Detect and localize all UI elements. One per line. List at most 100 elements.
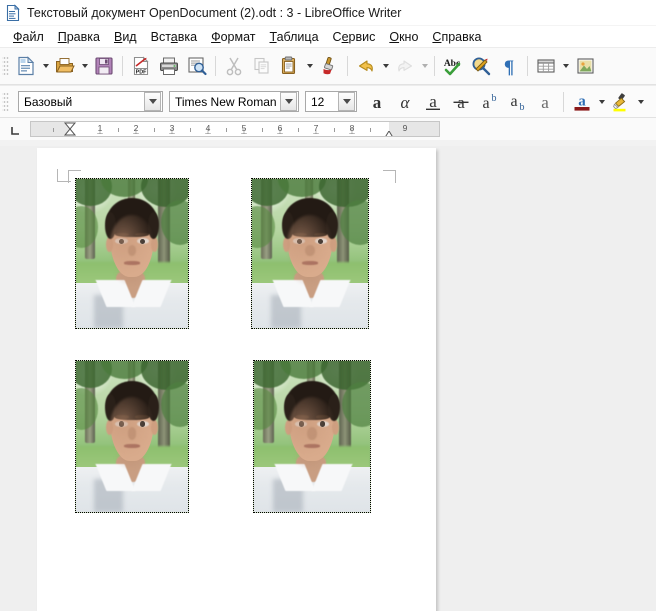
paste-icon[interactable] xyxy=(276,52,304,80)
ruler-tabstop[interactable]: ⊥ xyxy=(169,127,176,136)
clear-formatting-icon[interactable]: a xyxy=(531,88,559,116)
ruler-tick xyxy=(370,128,371,132)
italic-icon[interactable]: α xyxy=(391,88,419,116)
ruler-tabstop[interactable]: ⊥ xyxy=(349,127,356,136)
svg-text:a: a xyxy=(510,93,517,110)
new-document-dropdown-icon[interactable] xyxy=(40,53,51,79)
print-preview-icon[interactable] xyxy=(183,52,211,80)
menu-tools[interactable]: Сервис xyxy=(326,29,383,45)
toolbar-grip[interactable] xyxy=(2,90,9,113)
spelling-icon[interactable]: Abc xyxy=(439,52,467,80)
print-icon[interactable] xyxy=(155,52,183,80)
paragraph-style-combo[interactable]: Базовый xyxy=(18,91,163,112)
superscript-icon[interactable]: a b xyxy=(475,88,503,116)
ruler-number: 9 xyxy=(402,123,408,133)
svg-text:¶: ¶ xyxy=(504,57,514,77)
undo-icon[interactable] xyxy=(352,52,380,80)
triangle-indent-marker[interactable] xyxy=(383,127,395,136)
menu-insert[interactable]: Вставка xyxy=(144,29,204,45)
portrait-photo[interactable] xyxy=(75,178,189,329)
redo-dropdown-icon[interactable] xyxy=(419,53,430,79)
cut-icon[interactable] xyxy=(220,52,248,80)
highlighting-color-icon[interactable] xyxy=(607,88,635,116)
svg-text:α: α xyxy=(401,93,411,112)
svg-text:b: b xyxy=(520,102,525,113)
menu-help[interactable]: Справка xyxy=(425,29,488,45)
insert-image-icon[interactable] xyxy=(571,52,599,80)
portrait-photo[interactable] xyxy=(251,178,369,329)
formatting-marks-icon[interactable]: ¶ xyxy=(495,52,523,80)
toolbar-grip[interactable] xyxy=(2,55,9,77)
highlighting-color-dropdown-icon[interactable] xyxy=(635,89,646,115)
menu-window[interactable]: Окно xyxy=(382,29,425,45)
ruler-tabstop[interactable]: ⊥ xyxy=(133,127,140,136)
bold-icon[interactable]: a xyxy=(363,88,391,116)
font-size-dropdown-icon[interactable] xyxy=(338,92,355,111)
open-document-icon[interactable] xyxy=(51,52,79,80)
menu-bar[interactable]: Файл Правка Вид Вставка Формат Таблица С… xyxy=(0,26,656,47)
libreoffice-writer-window: Текстовый документ OpenDocument (2).odt … xyxy=(0,0,656,611)
undo-dropdown-icon[interactable] xyxy=(380,53,391,79)
toolbar-separator xyxy=(122,56,123,76)
menu-table[interactable]: Таблица xyxy=(263,29,326,45)
font-size-value: 12 xyxy=(311,94,325,109)
font-color-icon[interactable]: a xyxy=(568,88,596,116)
subscript-icon[interactable]: a b xyxy=(503,88,531,116)
ruler-tick xyxy=(118,128,119,132)
ruler-row: 1 2 3 4 5 6 7 8 9 ⊥ ⊥ ⊥ ⊥ ⊥ ⊥ ⊥ ⊥ xyxy=(0,118,656,140)
ruler-tabstop[interactable]: ⊥ xyxy=(205,127,212,136)
ruler-tick xyxy=(154,128,155,132)
toolbar-separator xyxy=(527,56,528,76)
ruler-tick xyxy=(53,128,54,132)
ruler-tick xyxy=(334,128,335,132)
hourglass-indent-marker[interactable] xyxy=(63,122,77,136)
portrait-photo[interactable] xyxy=(253,360,371,513)
strikethrough-icon[interactable]: a xyxy=(447,88,475,116)
menu-view[interactable]: Вид xyxy=(107,29,144,45)
margin-corner-top-right xyxy=(383,170,396,183)
portrait-photo[interactable] xyxy=(75,360,189,513)
margin-corner-left xyxy=(57,169,71,182)
ruler-right-margin xyxy=(389,122,439,136)
svg-text:PDF: PDF xyxy=(136,69,147,75)
copy-icon[interactable] xyxy=(248,52,276,80)
menu-format[interactable]: Формат xyxy=(204,29,262,45)
font-size-combo[interactable]: 12 xyxy=(305,91,357,112)
svg-text:a: a xyxy=(541,93,549,112)
svg-text:a: a xyxy=(482,95,489,112)
ruler-tabstop[interactable]: ⊥ xyxy=(313,127,320,136)
ruler-tabstop[interactable]: ⊥ xyxy=(241,127,248,136)
ruler-tabstop[interactable]: ⊥ xyxy=(97,127,104,136)
new-document-icon[interactable] xyxy=(12,52,40,80)
horizontal-ruler[interactable]: 1 2 3 4 5 6 7 8 9 ⊥ ⊥ ⊥ ⊥ ⊥ ⊥ ⊥ ⊥ xyxy=(30,121,440,137)
clone-formatting-icon[interactable] xyxy=(315,52,343,80)
ruler-tick xyxy=(262,128,263,132)
find-replace-icon[interactable] xyxy=(467,52,495,80)
window-title: Текстовый документ OpenDocument (2).odt … xyxy=(27,5,402,20)
export-pdf-icon[interactable]: PDF xyxy=(127,52,155,80)
svg-text:a: a xyxy=(373,93,382,112)
ruler-tick xyxy=(298,128,299,132)
svg-text:b: b xyxy=(492,93,497,104)
redo-icon[interactable] xyxy=(391,52,419,80)
underline-icon[interactable]: a xyxy=(419,88,447,116)
insert-table-icon[interactable] xyxy=(532,52,560,80)
insert-table-dropdown-icon[interactable] xyxy=(560,53,571,79)
save-document-icon[interactable] xyxy=(90,52,118,80)
tab-left-icon[interactable] xyxy=(6,121,26,137)
writer-document-icon xyxy=(4,3,22,22)
menu-file[interactable]: Файл xyxy=(6,29,51,45)
ruler-tabstop[interactable]: ⊥ xyxy=(277,127,284,136)
document-canvas[interactable] xyxy=(0,146,656,611)
menu-edit[interactable]: Правка xyxy=(51,29,107,45)
paste-dropdown-icon[interactable] xyxy=(304,53,315,79)
paragraph-style-dropdown-icon[interactable] xyxy=(144,92,161,111)
open-document-dropdown-icon[interactable] xyxy=(79,53,90,79)
font-name-dropdown-icon[interactable] xyxy=(280,92,297,111)
font-name-combo[interactable]: Times New Roman xyxy=(169,91,299,112)
document-page[interactable] xyxy=(37,148,436,611)
font-color-dropdown-icon[interactable] xyxy=(596,89,607,115)
toolbar-separator xyxy=(215,56,216,76)
title-bar: Текстовый документ OpenDocument (2).odt … xyxy=(0,0,656,26)
standard-toolbar: PDF Abc ¶ xyxy=(0,47,656,85)
